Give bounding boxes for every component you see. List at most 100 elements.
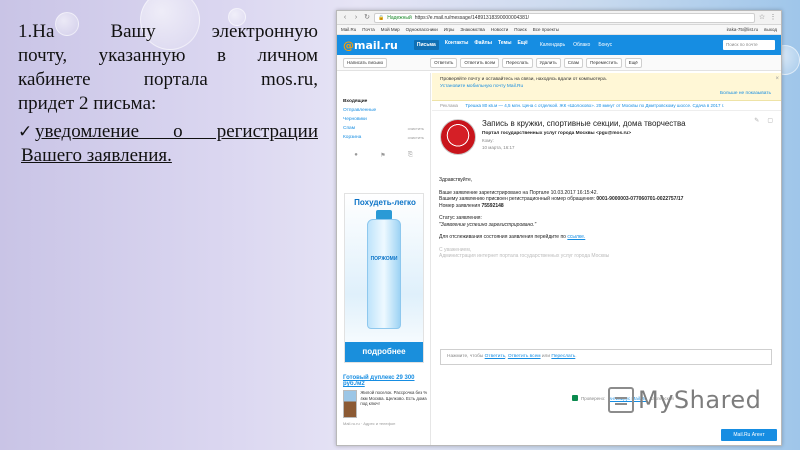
clear-spam-link[interactable]: очистить (408, 126, 424, 131)
ad-line-link[interactable]: Трешка 80 кв.м — 4,5 млн. Цена с отделко… (465, 103, 724, 108)
reply-all-link[interactable]: Ответить всем (508, 354, 541, 359)
expand-icon[interactable]: ▢ (767, 117, 773, 124)
delete-button[interactable]: Удалить (535, 57, 561, 68)
attachment-filter-icon[interactable]: ⎘ (408, 152, 413, 159)
signature: Администрация интернет портала государст… (439, 253, 610, 259)
url-field[interactable]: 🔒 Надежный https://e.mail.ru/message/148… (374, 12, 755, 23)
sender-avatar (440, 119, 476, 155)
intro-line: 1.На Вашу электронную (18, 21, 318, 42)
forward-button[interactable]: Переслать (502, 57, 533, 68)
greeting: Здравствуйте, (439, 177, 473, 183)
more-button[interactable]: Ещё (624, 57, 642, 68)
portal-link[interactable]: Поиск (514, 27, 526, 32)
message-actions: ✎ ▢ (754, 117, 773, 124)
text-ad-body: Жилой поселок. Рассрочка без % 4км Москв… (360, 390, 428, 406)
unread-filter-icon[interactable]: ● (354, 152, 358, 159)
address-bar: ‹ › ↻ 🔒 Надежный https://e.mail.ru/messa… (337, 11, 781, 25)
secure-label: Надежный (387, 14, 412, 21)
message-to: Кому: (482, 138, 494, 143)
ad-more-button[interactable]: подробнее (345, 342, 423, 362)
ad-label: Реклама (440, 103, 459, 108)
slide-text: 1.На Вашу электронную почту, указанную в… (18, 20, 318, 168)
star-icon[interactable]: ☆ (758, 14, 766, 22)
clear-trash-link[interactable]: очистить (408, 135, 424, 140)
bullet-item: ✓ уведомление о регистрации (18, 120, 318, 144)
mailru-logo[interactable]: @mail.ru (343, 39, 398, 52)
tab-themes[interactable]: Темы (498, 40, 512, 50)
portal-link[interactable]: Новости (491, 27, 508, 32)
sidebar-item-sent[interactable]: Отправленные (337, 106, 430, 115)
notice-line: Проверяйте почту и оставайтесь на связи,… (440, 77, 607, 82)
portal-link[interactable]: Все проекты (533, 27, 559, 32)
hide-notice-link[interactable]: Больше не показывать (720, 91, 771, 96)
compose-button[interactable]: Написать письмо (343, 57, 388, 68)
close-icon[interactable]: × (775, 76, 779, 82)
reply-link[interactable]: Ответить (485, 354, 506, 359)
tab-more[interactable]: Ещё (517, 40, 527, 50)
message-subject: Запись в кружки, спортивные секции, дома… (482, 119, 686, 128)
text-ad[interactable]: Готовый дуплекс 29 300 руб./м2 Жилой пос… (343, 375, 429, 426)
bullet-line-cont: Вашего заявления. (21, 145, 172, 166)
track-link[interactable]: ссылке. (567, 234, 585, 240)
browser-window: ‹ › ↻ 🔒 Надежный https://e.mail.ru/messa… (336, 10, 782, 446)
presentation-icon (608, 387, 634, 413)
calendar-link[interactable]: Календарь (540, 42, 565, 48)
portal-link[interactable]: Знакомства (460, 27, 484, 32)
print-icon[interactable]: ✎ (754, 117, 759, 124)
reply-button[interactable]: Ответить (430, 57, 458, 68)
status-value: "Заявление успешно зарегистрировано." (439, 221, 537, 228)
tab-contacts[interactable]: Контакты (445, 40, 469, 50)
watermark-text: MyShared (638, 386, 762, 414)
forward-link[interactable]: Переслать (551, 354, 575, 359)
mobile-notice: Проверяйте почту и оставайтесь на связи,… (432, 73, 781, 101)
reload-icon[interactable]: ↻ (363, 14, 371, 22)
portal-link[interactable]: Мой Мир (381, 27, 400, 32)
mail-header: @mail.ru Письма Контакты Файлы Темы Ещё … (337, 35, 781, 55)
track-line: Для отслеживания состояния заявления пер… (439, 234, 586, 240)
lock-icon: 🔒 (378, 14, 385, 21)
cloud-link[interactable]: Облако (573, 42, 590, 48)
message-from[interactable]: Портал государственных услуг города Моск… (482, 131, 686, 136)
services-nav: Календарь Облако Бонус (540, 42, 612, 48)
move-button[interactable]: Переместить (586, 57, 622, 68)
portal-link[interactable]: Почта (362, 27, 375, 32)
mail-search-input[interactable]: Поиск по почте (723, 40, 775, 50)
tab-files[interactable]: Файлы (474, 40, 492, 50)
spam-button[interactable]: Спам (563, 57, 583, 68)
sidebar-item-drafts[interactable]: Черновики (337, 115, 430, 124)
ad-line: Реклама Трешка 80 кв.м — 4,5 млн. Цена с… (432, 101, 781, 111)
reply-all-button[interactable]: Ответить всем (460, 57, 500, 68)
menu-icon[interactable]: ⋮ (769, 14, 777, 22)
url-text: https://e.mail.ru/message/14891318390000… (414, 14, 530, 21)
shield-icon (572, 395, 578, 401)
portal-bar: Mail.Ru Почта Мой Мир Одноклассники Игры… (337, 25, 781, 35)
forward-icon[interactable]: › (352, 14, 360, 22)
user-email[interactable]: irakа-75@list.ru (727, 27, 759, 32)
sidebar-item-trash[interactable]: Корзина очистить (337, 133, 430, 142)
message-body: Здравствуйте, Ваше заявление зарегистрир… (344, 171, 781, 260)
intro-line: почту, указанную в личном (18, 45, 318, 66)
sidebar-item-spam[interactable]: Спам очистить (337, 124, 430, 133)
sidebar-icons: ● ⚑ ⎘ (337, 142, 430, 169)
tab-letters[interactable]: Письма (413, 40, 439, 50)
bonus-link[interactable]: Бонус (598, 42, 612, 48)
text-ad-title[interactable]: Готовый дуплекс 29 300 руб./м2 (343, 375, 429, 387)
portal-link[interactable]: Mail.Ru (341, 27, 356, 32)
portal-link[interactable]: Одноклассники (406, 27, 438, 32)
sidebar-item-inbox[interactable]: Входящие (337, 97, 430, 106)
intro-line-last: придет 2 письма: (18, 93, 157, 114)
mail-toolbar: Написать письмо Ответить Ответить всем П… (337, 55, 781, 71)
back-icon[interactable]: ‹ (341, 14, 349, 22)
mail-agent-button[interactable]: Mail.Ru Агент (721, 429, 777, 441)
folder-sidebar: Входящие Отправленные Черновики Спам очис… (337, 73, 431, 445)
text-ad-footer: Mail.ru.ru · Адрес и телефон (343, 421, 396, 426)
portal-link[interactable]: Игры (444, 27, 455, 32)
app-number: 75592148 (481, 202, 504, 209)
quick-reply-box[interactable]: Нажмите, чтобы Ответить, Ответить всем и… (440, 349, 772, 365)
reg-number: 0001-9000003-077060701-0022757/17 (596, 196, 684, 202)
install-mobile-link[interactable]: Установите мобильную почту Mail.Ru (440, 84, 775, 89)
logout-link[interactable]: выход (764, 27, 777, 32)
flag-filter-icon[interactable]: ⚑ (380, 152, 385, 159)
house-image (343, 390, 358, 418)
watermark: MyShared (608, 386, 761, 414)
